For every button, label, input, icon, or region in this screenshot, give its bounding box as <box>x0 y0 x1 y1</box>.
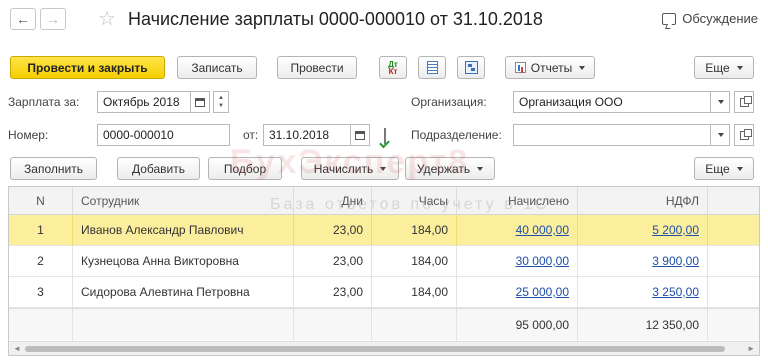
table-row[interactable]: 3 Сидорова Алевтина Петровна 23,00 184,0… <box>9 277 759 308</box>
cell-accrued: 30 000,00 <box>457 246 578 277</box>
calendar-icon <box>195 97 205 107</box>
report-icon <box>514 62 526 73</box>
department-field[interactable] <box>513 124 711 146</box>
post-and-close-button[interactable]: Провести и закрыть <box>10 56 165 79</box>
table-more-button[interactable]: Еще <box>694 157 754 180</box>
cell-employee: Кузнецова Анна Викторовна <box>73 246 294 277</box>
cell-ndfl: 5 200,00 <box>578 215 708 246</box>
table-totals-row: 95 000,00 12 350,00 <box>9 308 759 341</box>
watermark-tagline: База ответов по учету в 1С <box>270 196 550 213</box>
period-stepper[interactable]: ▲ ▼ <box>213 91 229 113</box>
chevron-down-icon <box>718 133 724 137</box>
ndfl-link[interactable]: 3 900,00 <box>652 254 699 268</box>
accrued-link[interactable]: 25 000,00 <box>516 285 569 299</box>
table-row[interactable]: 1 Иванов Александр Павлович 23,00 184,00… <box>9 215 759 246</box>
arrow-left-icon: ← <box>16 11 30 27</box>
ndfl-link[interactable]: 5 200,00 <box>652 223 699 237</box>
ndfl-link[interactable]: 3 250,00 <box>652 285 699 299</box>
scroll-right-icon[interactable]: ► <box>747 344 755 353</box>
cell-n: 3 <box>9 277 73 308</box>
chevron-down-icon <box>477 166 484 171</box>
forward-button[interactable]: → <box>40 8 66 30</box>
cell-days: 23,00 <box>294 246 372 277</box>
table-more-label: Еще <box>705 161 730 176</box>
number-field[interactable]: 0000-000010 <box>97 124 230 146</box>
organization-label: Организация: <box>411 95 487 109</box>
cell-accrued: 25 000,00 <box>457 277 578 308</box>
organization-dropdown-button[interactable] <box>710 91 730 113</box>
postings-button[interactable]: Дт Кт <box>379 56 407 79</box>
open-icon <box>739 95 752 107</box>
structure-icon <box>464 61 478 74</box>
accrued-link[interactable]: 30 000,00 <box>516 254 569 268</box>
list-icon <box>426 61 438 74</box>
chevron-down-icon <box>579 65 586 70</box>
dt-kt-icon: Дт Кт <box>388 59 398 76</box>
post-button[interactable]: Провести <box>277 56 357 79</box>
cell-days: 23,00 <box>294 215 372 246</box>
department-label: Подразделение: <box>411 128 502 142</box>
related-documents-button[interactable] <box>418 56 446 79</box>
calendar-button[interactable] <box>190 91 210 113</box>
column-header-employee[interactable]: Сотрудник <box>73 187 294 215</box>
back-button[interactable]: ← <box>10 8 36 30</box>
cell-n: 2 <box>9 246 73 277</box>
cell-n: 1 <box>9 215 73 246</box>
reports-dropdown[interactable]: Отчеты <box>505 56 595 79</box>
fill-button[interactable]: Заполнить <box>10 157 97 180</box>
discussion-button[interactable]: Обсуждение <box>662 11 758 26</box>
cell-employee: Сидорова Алевтина Петровна <box>73 277 294 308</box>
discussion-label: Обсуждение <box>682 11 758 26</box>
add-button[interactable]: Добавить <box>117 157 200 180</box>
document-structure-button[interactable] <box>457 56 485 79</box>
open-icon <box>739 128 752 140</box>
chevron-down-icon <box>736 65 743 70</box>
department-dropdown-button[interactable] <box>710 124 730 146</box>
chat-icon <box>662 12 677 25</box>
chevron-down-icon <box>736 166 743 171</box>
accrued-link[interactable]: 40 000,00 <box>516 223 569 237</box>
department-open-button[interactable] <box>734 124 754 146</box>
scrollbar-thumb[interactable] <box>25 346 725 352</box>
more-label: Еще <box>705 60 730 75</box>
cell-ndfl: 3 250,00 <box>578 277 708 308</box>
watermark-logo: БухЭксперт8 <box>230 143 470 181</box>
salary-period-field[interactable]: Октябрь 2018 <box>97 91 191 113</box>
document-title: Начисление зарплаты 0000-000010 от 31.10… <box>128 9 543 29</box>
favorite-star-icon[interactable]: ☆ <box>98 8 116 30</box>
more-button[interactable]: Еще <box>694 56 754 79</box>
cell-hours: 184,00 <box>372 277 457 308</box>
date-label: от: <box>243 128 259 142</box>
calendar-icon <box>355 130 365 140</box>
arrow-right-icon: → <box>46 11 60 27</box>
total-accrued: 95 000,00 <box>457 309 578 341</box>
chevron-down-icon <box>718 100 724 104</box>
total-ndfl: 12 350,00 <box>578 309 708 341</box>
column-header-ndfl[interactable]: НДФЛ <box>578 187 708 215</box>
posted-status-icon <box>384 128 386 144</box>
horizontal-scrollbar[interactable]: ◄ ► <box>9 341 759 355</box>
table-row[interactable]: 2 Кузнецова Анна Викторовна 23,00 184,00… <box>9 246 759 277</box>
cell-employee: Иванов Александр Павлович <box>73 215 294 246</box>
reports-label: Отчеты <box>530 60 573 75</box>
cell-accrued: 40 000,00 <box>457 215 578 246</box>
save-button[interactable]: Записать <box>177 56 257 79</box>
cell-hours: 184,00 <box>372 246 457 277</box>
number-label: Номер: <box>8 128 49 142</box>
salary-period-label: Зарплата за: <box>8 95 80 109</box>
scroll-left-icon[interactable]: ◄ <box>13 344 21 353</box>
column-header-n[interactable]: N <box>9 187 73 215</box>
cell-days: 23,00 <box>294 277 372 308</box>
cell-ndfl: 3 900,00 <box>578 246 708 277</box>
organization-field[interactable]: Организация ООО <box>513 91 711 113</box>
cell-hours: 184,00 <box>372 215 457 246</box>
organization-open-button[interactable] <box>734 91 754 113</box>
